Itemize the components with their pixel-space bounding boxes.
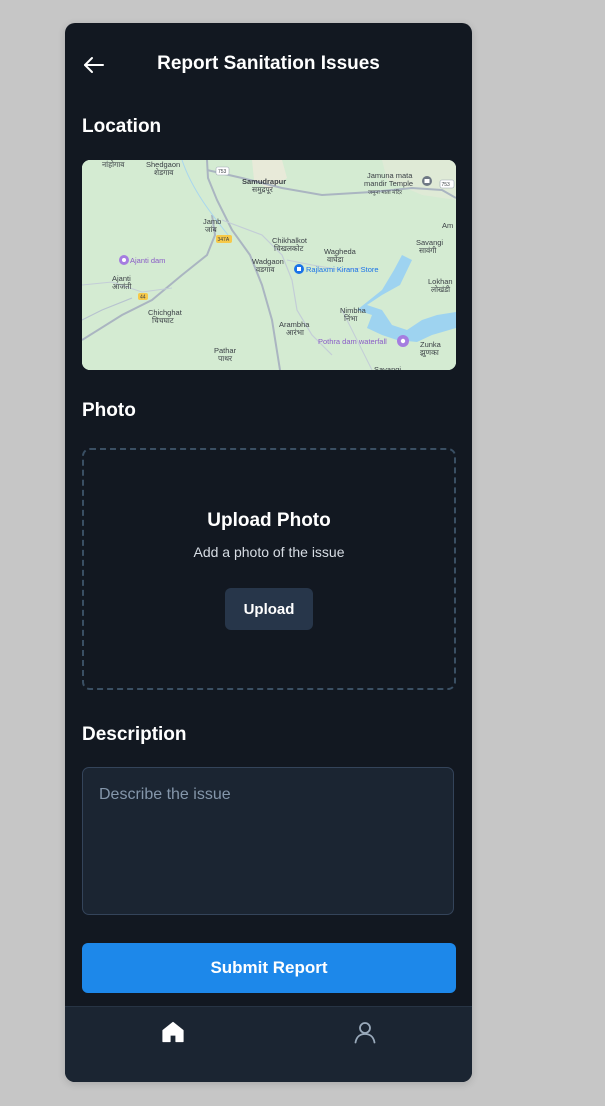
- app-header: Report Sanitation Issues: [65, 23, 472, 107]
- svg-text:पाथर: पाथर: [218, 354, 233, 363]
- svg-text:753: 753: [442, 182, 451, 188]
- submit-report-button[interactable]: Submit Report: [82, 943, 456, 993]
- svg-text:झुणका: झुणका: [420, 348, 440, 358]
- svg-text:चिचघाट: चिचघाट: [152, 316, 174, 325]
- svg-text:753: 753: [218, 169, 227, 175]
- svg-text:347A: 347A: [218, 237, 230, 243]
- user-icon: [354, 1022, 376, 1044]
- svg-text:Savangi: Savangi: [374, 365, 401, 370]
- svg-text:Am: Am: [442, 221, 453, 230]
- svg-text:सावंगी: सावंगी: [419, 246, 437, 255]
- svg-text:जमुना माता मंदिर: जमुना माता मंदिर: [368, 189, 403, 196]
- svg-text:वाघेडा: वाघेडा: [327, 255, 345, 264]
- svg-text:निंभा: निंभा: [344, 314, 358, 323]
- svg-text:जांब: जांब: [205, 225, 218, 234]
- svg-text:Rajlaxmi Kirana Store: Rajlaxmi Kirana Store: [306, 265, 379, 274]
- svg-text:वडगाव: वडगाव: [256, 265, 275, 274]
- description-input[interactable]: [82, 767, 454, 915]
- svg-text:Pothra dam waterfall: Pothra dam waterfall: [318, 337, 387, 346]
- photo-label: Photo: [82, 400, 136, 421]
- upload-subtitle: Add a photo of the issue: [193, 544, 345, 560]
- location-label: Location: [82, 116, 162, 137]
- phone-screen: Report Sanitation Issues Location नांहोग…: [65, 23, 472, 1082]
- svg-text:आजंती: आजंती: [112, 282, 133, 291]
- svg-text:समुद्रपूर: समुद्रपूर: [252, 185, 274, 195]
- svg-text:नांहोगाव: नांहोगाव: [102, 160, 125, 169]
- home-icon: [162, 1021, 184, 1043]
- location-map[interactable]: नांहोगाव Shedgaon शेडगाव Samudrapur समुद…: [82, 160, 456, 370]
- bottom-navigation: [65, 1006, 472, 1082]
- svg-text:शेडगाव: शेडगाव: [154, 168, 174, 177]
- svg-text:आरंभा: आरंभा: [286, 328, 305, 337]
- photo-dropzone[interactable]: Upload Photo Add a photo of the issue Up…: [82, 448, 456, 690]
- svg-text:चिखलकोट: चिखलकोट: [274, 244, 304, 253]
- svg-text:44: 44: [140, 295, 146, 301]
- nav-profile[interactable]: [352, 1019, 378, 1045]
- svg-text:लोखंडी: लोखंडी: [431, 285, 451, 294]
- upload-button[interactable]: Upload: [225, 588, 313, 630]
- description-label: Description: [82, 724, 187, 745]
- svg-text:Ajanti dam: Ajanti dam: [130, 256, 165, 265]
- nav-home[interactable]: [160, 1019, 186, 1045]
- upload-title: Upload Photo: [207, 510, 331, 531]
- page-title: Report Sanitation Issues: [157, 53, 380, 74]
- svg-text:mandir Temple: mandir Temple: [364, 179, 413, 188]
